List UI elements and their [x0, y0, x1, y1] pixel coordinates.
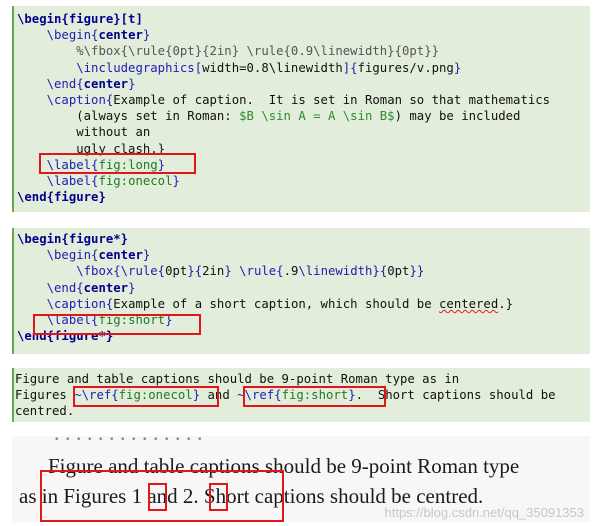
cmd-caption: \caption{ [46, 296, 114, 311]
code-line: \label{fig:onecol} [17, 173, 550, 189]
caption-text: ) may be included [394, 109, 521, 124]
code-line: \end{figure} [17, 189, 550, 205]
env-name: figure [54, 190, 99, 205]
arg-text: 0pt [387, 264, 410, 279]
code-line: \caption{Example of caption. It is set i… [17, 92, 550, 108]
code-line: \begin{figure}[t] [17, 11, 550, 27]
arg-text: .9 [283, 264, 299, 279]
body-text: Figure and table captions should be 9-po… [15, 372, 460, 386]
cmd-begin: \begin{ [46, 28, 99, 43]
cmd-includegraphics: \includegraphics[ [76, 60, 203, 75]
code-line: \begin{center} [17, 247, 513, 263]
caption-text: (always set in Roman: [76, 109, 240, 124]
cmd-begin: \begin{ [17, 232, 69, 246]
watermark-text: https://blog.csdn.net/qq_35091353 [384, 505, 585, 520]
highlight-box-ref-2 [209, 483, 228, 511]
brace: }{ [187, 264, 203, 279]
rendered-top-fragment: . . . . . . . . . . . . . . [54, 436, 203, 446]
code-line: \begin{figure*} [17, 231, 513, 247]
arg-text: 2in [202, 264, 225, 279]
code-lines: \begin{figure}[t] \begin{center} %\fbox{… [17, 11, 550, 205]
brace: } [128, 280, 136, 295]
caption-text: .} [498, 296, 514, 311]
code-block-figure-star: \begin{figure*} \begin{center} \fbox{\ru… [12, 228, 590, 354]
env-name: figure* [68, 232, 121, 246]
brace: } [142, 248, 151, 263]
code-block-reference-text: Figure and table captions should be 9-po… [12, 368, 590, 422]
spellcheck-word: centered [439, 296, 499, 311]
body-text: Figures [15, 388, 75, 403]
cmd-linewidth: \linewidth [298, 264, 373, 279]
caption-text: Example of caption. It is set in Roman s… [113, 92, 551, 107]
code-block-figure: \begin{figure}[t] \begin{center} %\fbox{… [12, 6, 590, 212]
code-line: %\fbox{\rule{0pt}{2in} \rule{0.9\linewid… [17, 43, 550, 59]
caption-text: without an [76, 125, 151, 140]
highlight-box-ref-1 [148, 483, 167, 511]
option-text: width=0.8\linewidth [202, 60, 343, 75]
rendered-output-image: . . . . . . . . . . . . . . Figure and t… [12, 436, 590, 522]
brace: } [120, 232, 129, 246]
code-line: (always set in Roman: $B \sin A = A \sin… [17, 108, 550, 124]
highlight-box-ref-short [243, 386, 386, 407]
code-comment: %\fbox{\rule{0pt}{2in} \rule{0.9\linewid… [76, 44, 439, 59]
math-text: $B \sin A = A \sin B$ [239, 109, 395, 124]
code-line: Figure and table captions should be 9-po… [15, 371, 556, 387]
brace: }} [409, 264, 425, 279]
brace: } [128, 76, 136, 91]
env-name: center [83, 76, 129, 91]
code-line: without an [17, 124, 550, 140]
cmd-rule: \rule{ [239, 264, 284, 279]
body-text: centred. [15, 404, 75, 419]
cmd-end: \end{ [46, 280, 84, 295]
code-line: \includegraphics[width=0.8\linewidth]{fi… [17, 60, 550, 76]
brace: }{ [372, 264, 388, 279]
cmd-label: \label{ [46, 173, 99, 188]
brace: } [172, 173, 180, 188]
cmd-end: \end{ [17, 190, 55, 205]
cmd-fbox: \fbox{ [76, 264, 121, 279]
cmd-end: \end{ [46, 76, 84, 91]
brace: ]{ [342, 60, 358, 75]
code-line: \end{center} [17, 280, 513, 296]
code-line: \caption{Example of a short caption, whi… [17, 296, 513, 312]
caption-text: Example of a short caption, which should… [113, 296, 440, 311]
env-name: center [83, 280, 129, 295]
highlight-box-label-short [33, 314, 201, 335]
label-key: fig:onecol [98, 173, 173, 188]
cmd-arg: }[t] [113, 12, 143, 26]
env-name: center [98, 248, 143, 263]
code-line: \fbox{\rule{0pt}{2in} \rule{.9\linewidth… [17, 263, 513, 279]
cmd-caption: \caption{ [46, 92, 114, 107]
cmd-begin: \begin{ [17, 12, 69, 26]
cmd-rule: \rule{ [120, 264, 166, 279]
brace: } [224, 264, 240, 279]
brace: } [98, 190, 106, 205]
env-name: center [98, 28, 143, 43]
arg-text: 0pt [165, 264, 188, 279]
brace: } [453, 60, 462, 75]
env-name: figure [68, 12, 114, 26]
highlight-box-label-long [39, 153, 196, 174]
highlight-box-ref-onecol [73, 386, 219, 407]
path-text: figures/v.png [357, 60, 454, 75]
brace: } [142, 28, 151, 43]
cmd-begin: \begin{ [46, 248, 99, 263]
code-line: \begin{center} [17, 27, 550, 43]
code-line: \end{center} [17, 76, 550, 92]
